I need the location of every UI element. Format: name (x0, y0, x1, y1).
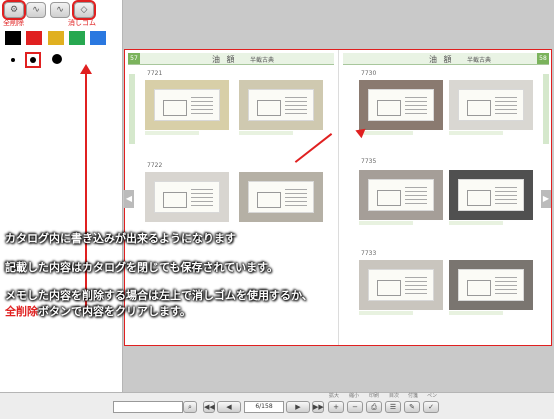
frame-image (145, 172, 229, 222)
last-page-icon: ▶▶ (313, 403, 324, 411)
price-tag (449, 131, 503, 135)
annotation-text-4-rest: ボタンで内容をクリアします。 (38, 305, 191, 318)
left-page-title: 油 額 (212, 55, 237, 64)
zoom-out-button[interactable]: − (347, 401, 363, 413)
bottom-toolbar: ⌕ ◀◀ ◀ 6/158 ▶ ▶▶ 拡大 縮小 印刷 目次 付箋 ペン + − … (0, 392, 554, 419)
product-cell[interactable] (353, 74, 449, 136)
drawing-sidebar: ⚙ ∿ ∿ ◇ 全削除 消しゴム (0, 0, 123, 392)
prev-page-arrow[interactable]: ◀ (124, 190, 134, 208)
pen-button[interactable]: ✓ (423, 401, 439, 413)
price-tag (359, 221, 413, 225)
product-cell[interactable] (353, 164, 449, 226)
price-tag (239, 131, 293, 135)
price-tag (359, 311, 413, 315)
frame-image (359, 260, 443, 310)
color-swatch-red[interactable] (26, 31, 42, 45)
frame-image (449, 170, 533, 220)
print-button[interactable]: ⎙ (366, 401, 382, 413)
product-cell[interactable] (233, 166, 329, 228)
search-button[interactable]: ⌕ (183, 401, 197, 413)
book-spine (338, 50, 339, 345)
print-icon: ⎙ (371, 403, 377, 411)
page-counter[interactable]: 6/158 (244, 401, 284, 413)
sticky-note-label: 付箋 (408, 393, 419, 399)
note-icon: ✎ (409, 403, 415, 411)
frame-image (449, 80, 533, 130)
search-input[interactable] (113, 401, 183, 413)
zoom-out-icon: − (352, 403, 358, 411)
annotation-text-3: メモした内容を削除する場合は左上で消しゴムを使用するか、 (5, 289, 313, 302)
first-page-icon: ◀◀ (204, 403, 215, 411)
price-tag (449, 221, 503, 225)
zoom-in-icon: + (333, 403, 339, 411)
zoom-out-label: 縮小 (349, 393, 360, 399)
annotation-text-2: 記載した内容はカタログを閉じても保存されています。 (5, 261, 279, 274)
pen-label: ペン (427, 393, 438, 399)
pen-size-large[interactable] (52, 54, 62, 64)
frame-image (239, 80, 323, 130)
next-page-icon: ▶ (295, 403, 301, 411)
product-cell[interactable] (353, 254, 449, 316)
right-page-subtitle: 半截古典 (467, 57, 492, 64)
annotation-strong-text: 全削除 (5, 305, 38, 318)
frame-image (449, 260, 533, 310)
color-swatch-green[interactable] (69, 31, 85, 45)
price-tag (449, 311, 503, 315)
search-icon: ⌕ (188, 403, 192, 411)
right-page-number: 58 (537, 53, 549, 64)
eraser-icon[interactable]: ◇ (72, 0, 96, 20)
annotation-text-4: 全削除ボタンで内容をクリアします。 (5, 303, 191, 319)
pen-stroke-icon[interactable]: ∿ (26, 2, 46, 18)
eraser-label: 消しゴム (68, 19, 96, 27)
next-page-button[interactable]: ▶ (286, 401, 310, 413)
frame-image (239, 172, 323, 222)
left-side-tab (129, 74, 135, 144)
pen-size-small[interactable] (11, 58, 15, 62)
frame-image (359, 80, 443, 130)
product-cell[interactable] (443, 74, 539, 136)
zoom-in-label: 拡大 (329, 393, 340, 399)
right-page-title: 油 額 (429, 55, 454, 64)
left-page-subtitle: 半截古典 (250, 57, 275, 64)
pen-size-medium (30, 57, 36, 63)
pen-size-selected-box[interactable] (25, 52, 41, 68)
right-side-tab (543, 74, 549, 144)
product-cell[interactable] (139, 166, 235, 228)
right-page-header: 油 額 半截古典 (343, 53, 549, 65)
product-cell[interactable] (443, 254, 539, 316)
color-swatch-yellow[interactable] (48, 31, 64, 45)
annotation-arrow-line (85, 70, 87, 312)
pen-icon: ✓ (428, 403, 434, 411)
first-page-button[interactable]: ◀◀ (203, 401, 215, 413)
color-swatch-blue[interactable] (90, 31, 106, 45)
color-swatch-black[interactable] (5, 31, 21, 45)
contents-label: 目次 (389, 393, 400, 399)
product-cell[interactable] (443, 164, 539, 226)
clear-all-label: 全削除 (3, 19, 24, 27)
last-page-button[interactable]: ▶▶ (312, 401, 324, 413)
frame-image (145, 80, 229, 130)
zoom-in-button[interactable]: + (328, 401, 344, 413)
list-icon: ☰ (389, 403, 397, 411)
prev-page-button[interactable]: ◀ (217, 401, 241, 413)
next-page-arrow[interactable]: ▶ (541, 190, 551, 208)
product-cell[interactable] (233, 74, 329, 136)
contents-button[interactable]: ☰ (385, 401, 401, 413)
price-tag (145, 131, 199, 135)
product-cell[interactable] (139, 74, 235, 136)
pen-stroke-light-icon[interactable]: ∿ (50, 2, 70, 18)
sticky-note-button[interactable]: ✎ (404, 401, 420, 413)
print-label: 印刷 (369, 393, 380, 399)
annotation-text-1: カタログ内に書き込みが出来るようになります (5, 232, 236, 245)
gear-icon[interactable]: ⚙ (2, 0, 26, 20)
prev-page-icon: ◀ (226, 403, 232, 411)
frame-image (359, 170, 443, 220)
left-page-header: 油 額 半截古典 (128, 53, 334, 65)
left-page-number: 57 (128, 53, 140, 64)
